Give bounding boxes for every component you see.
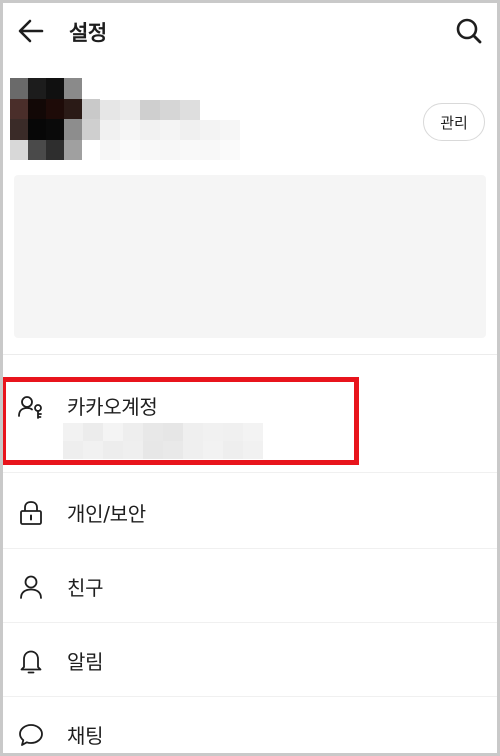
back-button[interactable] [17, 17, 45, 45]
manage-button[interactable]: 관리 [423, 103, 485, 141]
highlight-box [3, 377, 359, 465]
menu-item-friends[interactable]: 친구 [3, 549, 497, 623]
person-icon [17, 573, 45, 601]
banner-placeholder[interactable] [14, 175, 486, 338]
chat-bubble-icon [17, 721, 45, 749]
search-button[interactable] [455, 17, 483, 45]
search-icon [456, 18, 482, 44]
page-title: 설정 [69, 21, 107, 45]
arrow-left-icon [18, 19, 44, 43]
section-divider [3, 354, 497, 355]
lock-icon [17, 499, 45, 527]
menu-item-privacy-security[interactable]: 개인/보안 [3, 475, 497, 549]
menu-item-label: 채팅 [67, 724, 104, 748]
menu-item-label: 친구 [67, 576, 104, 600]
top-app-bar: 설정 [3, 3, 497, 59]
menu-item-label: 개인/보안 [67, 502, 146, 526]
menu-item-chat[interactable]: 채팅 [3, 697, 497, 753]
menu-item-label: 알림 [67, 650, 104, 674]
bell-icon [17, 647, 45, 675]
profile-name-blurred [100, 100, 240, 160]
avatar[interactable] [10, 78, 100, 160]
divider [3, 472, 497, 473]
menu-item-notifications[interactable]: 알림 [3, 623, 497, 697]
